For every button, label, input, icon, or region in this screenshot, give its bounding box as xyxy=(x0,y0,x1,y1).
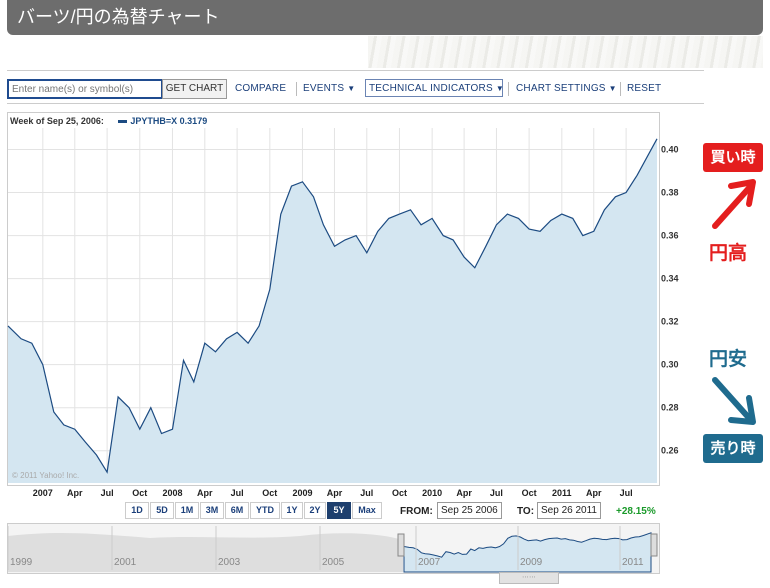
navigator-year-label: 2011 xyxy=(622,557,644,568)
sell-time-badge: 売り時 xyxy=(703,434,763,463)
navigator-year-label: 1999 xyxy=(10,557,33,568)
down-arrow-icon xyxy=(712,377,756,425)
up-arrow-icon xyxy=(712,179,756,229)
buy-time-badge: 買い時 xyxy=(703,143,763,172)
navigator-right-handle[interactable] xyxy=(650,533,658,557)
navigator-year-label: 2005 xyxy=(322,557,345,568)
navigator-year-label: 2007 xyxy=(418,557,441,568)
navigator-year-label: 2003 xyxy=(218,557,241,568)
navigator-chart[interactable]: 1999 2001 2003 2005 2007 2009 2011 xyxy=(0,0,770,588)
navigator-left-handle[interactable] xyxy=(397,533,405,557)
navigator-year-label: 2009 xyxy=(520,557,543,568)
yen-weak-label: 円安 xyxy=(709,349,748,370)
navigator-scroll-handle[interactable]: ⋯⋯ xyxy=(499,572,559,584)
yen-strong-label: 円高 xyxy=(709,243,748,264)
navigator-year-label: 2001 xyxy=(114,557,137,568)
